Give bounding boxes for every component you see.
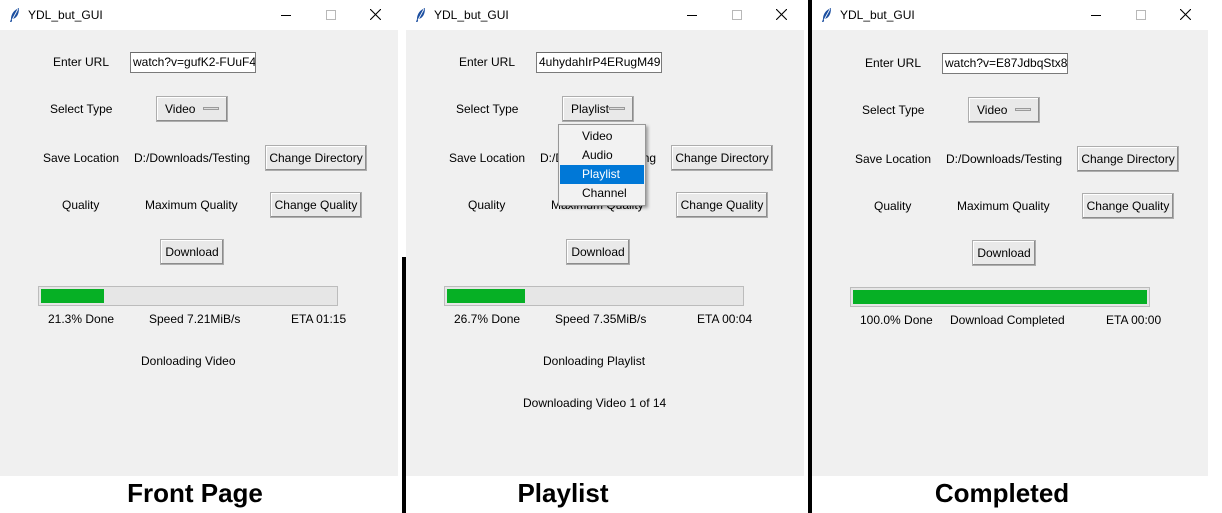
minimize-icon — [280, 7, 291, 23]
percent-done-text: 100.0% Done — [860, 313, 933, 327]
download-progress-bar — [38, 286, 338, 306]
save-location-value: D:/Downloads/Testing — [946, 152, 1063, 166]
dropdown-option-playlist[interactable]: Playlist — [560, 165, 644, 184]
panel-caption: Playlist — [517, 478, 609, 508]
maximize-button[interactable] — [308, 0, 353, 30]
change-quality-button[interactable]: Change Quality — [1082, 193, 1174, 219]
progress-fill — [853, 290, 1147, 304]
download-progress-bar — [444, 286, 744, 306]
close-button[interactable] — [353, 0, 398, 30]
quality-value: Maximum Quality — [145, 198, 238, 212]
dropdown-option-audio[interactable]: Audio — [560, 146, 644, 165]
url-label: Enter URL — [865, 56, 922, 70]
progress-fill — [447, 289, 526, 303]
download-button[interactable]: Download — [566, 239, 630, 265]
close-icon — [369, 7, 382, 23]
type-select[interactable]: Video — [156, 96, 228, 122]
close-button[interactable] — [759, 0, 804, 30]
close-button[interactable] — [1163, 0, 1208, 30]
app-window: YDL_but_GUI Enter URL watch?v=gufK2-FUuF4 S… — [0, 0, 398, 476]
status-text: Donloading Playlist — [543, 354, 646, 368]
speed-text: Speed 7.21MiB/s — [149, 312, 241, 326]
speed-text: Speed 7.35MiB/s — [555, 312, 647, 326]
save-location-value: D:/Downloads/Testing — [134, 151, 251, 165]
close-icon — [1179, 7, 1192, 23]
type-label: Select Type — [456, 102, 519, 116]
quality-label: Quality — [62, 198, 100, 212]
download-button[interactable]: Download — [972, 240, 1036, 266]
dropdown-option-channel[interactable]: Channel — [560, 184, 644, 203]
window-title: YDL_but_GUI — [840, 8, 915, 22]
title-bar: YDL_but_GUI — [812, 0, 1208, 30]
quality-value: Maximum Quality — [957, 199, 1050, 213]
app-window: YDL_but_GUI Enter URL 4uhydahIrP4ERugM49 Se… — [406, 0, 804, 476]
download-progress-bar — [850, 287, 1150, 307]
type-select[interactable]: Playlist — [562, 96, 634, 122]
speed-text: Download Completed — [950, 313, 1065, 327]
maximize-button[interactable] — [1118, 0, 1163, 30]
type-label: Select Type — [862, 103, 925, 117]
app-window: YDL_but_GUI Enter URL watch?v=E87JdbqStx8 S… — [812, 0, 1208, 476]
save-location-label: Save Location — [43, 151, 120, 165]
option-menu-indicator-icon — [609, 107, 625, 110]
url-input[interactable]: watch?v=E87JdbqStx8 — [942, 53, 1068, 74]
minimize-button[interactable] — [669, 0, 714, 30]
maximize-icon — [1135, 7, 1146, 23]
window-title: YDL_but_GUI — [434, 8, 509, 22]
quality-label: Quality — [874, 199, 912, 213]
status-detail-text: Downloading Video 1 of 14 — [523, 396, 667, 410]
change-directory-button[interactable]: Change Directory — [671, 145, 773, 171]
minimize-icon — [1090, 7, 1101, 23]
type-select-value: Video — [977, 103, 1008, 117]
title-bar: YDL_but_GUI — [0, 0, 398, 30]
type-label: Select Type — [50, 102, 113, 116]
option-menu-indicator-icon — [1015, 108, 1031, 111]
save-location-label: Save Location — [449, 151, 526, 165]
maximize-icon — [731, 7, 742, 23]
url-input-value: watch?v=E87JdbqStx8 — [945, 56, 1068, 70]
feather-icon — [414, 7, 428, 23]
url-input-value: watch?v=gufK2-FUuF4 — [133, 55, 256, 69]
url-input[interactable]: 4uhydahIrP4ERugM49 — [536, 52, 662, 73]
panel-caption: Completed — [934, 478, 1070, 508]
percent-done-text: 21.3% Done — [48, 312, 115, 326]
change-directory-button[interactable]: Change Directory — [1077, 146, 1179, 172]
url-input-value: 4uhydahIrP4ERugM49 — [539, 55, 661, 69]
option-menu-indicator-icon — [203, 107, 219, 110]
minimize-button[interactable] — [1073, 0, 1118, 30]
close-icon — [775, 7, 788, 23]
change-quality-button[interactable]: Change Quality — [270, 192, 362, 218]
url-label: Enter URL — [459, 55, 516, 69]
save-location-label: Save Location — [855, 152, 932, 166]
eta-text: ETA 00:00 — [1106, 313, 1162, 327]
minimize-icon — [686, 7, 697, 23]
type-dropdown-menu: Video Audio Playlist Channel — [558, 124, 646, 206]
maximize-icon — [325, 7, 336, 23]
url-input[interactable]: watch?v=gufK2-FUuF4 — [130, 52, 256, 73]
dropdown-option-video[interactable]: Video — [560, 127, 644, 146]
type-select[interactable]: Video — [968, 97, 1040, 123]
quality-label: Quality — [468, 198, 506, 212]
progress-fill — [41, 289, 104, 303]
minimize-button[interactable] — [263, 0, 308, 30]
url-label: Enter URL — [53, 55, 110, 69]
percent-done-text: 26.7% Done — [454, 312, 521, 326]
change-directory-button[interactable]: Change Directory — [265, 145, 367, 171]
eta-text: ETA 01:15 — [291, 312, 347, 326]
type-select-value: Playlist — [571, 102, 610, 116]
download-button[interactable]: Download — [160, 239, 224, 265]
feather-icon — [820, 7, 834, 23]
feather-icon — [8, 7, 22, 23]
maximize-button[interactable] — [714, 0, 759, 30]
title-bar: YDL_but_GUI — [406, 0, 804, 30]
window-title: YDL_but_GUI — [28, 8, 103, 22]
panel-caption: Front Page — [127, 478, 263, 508]
change-quality-button[interactable]: Change Quality — [676, 192, 768, 218]
status-text: Donloading Video — [141, 354, 236, 368]
eta-text: ETA 00:04 — [697, 312, 753, 326]
type-select-value: Video — [165, 102, 196, 116]
